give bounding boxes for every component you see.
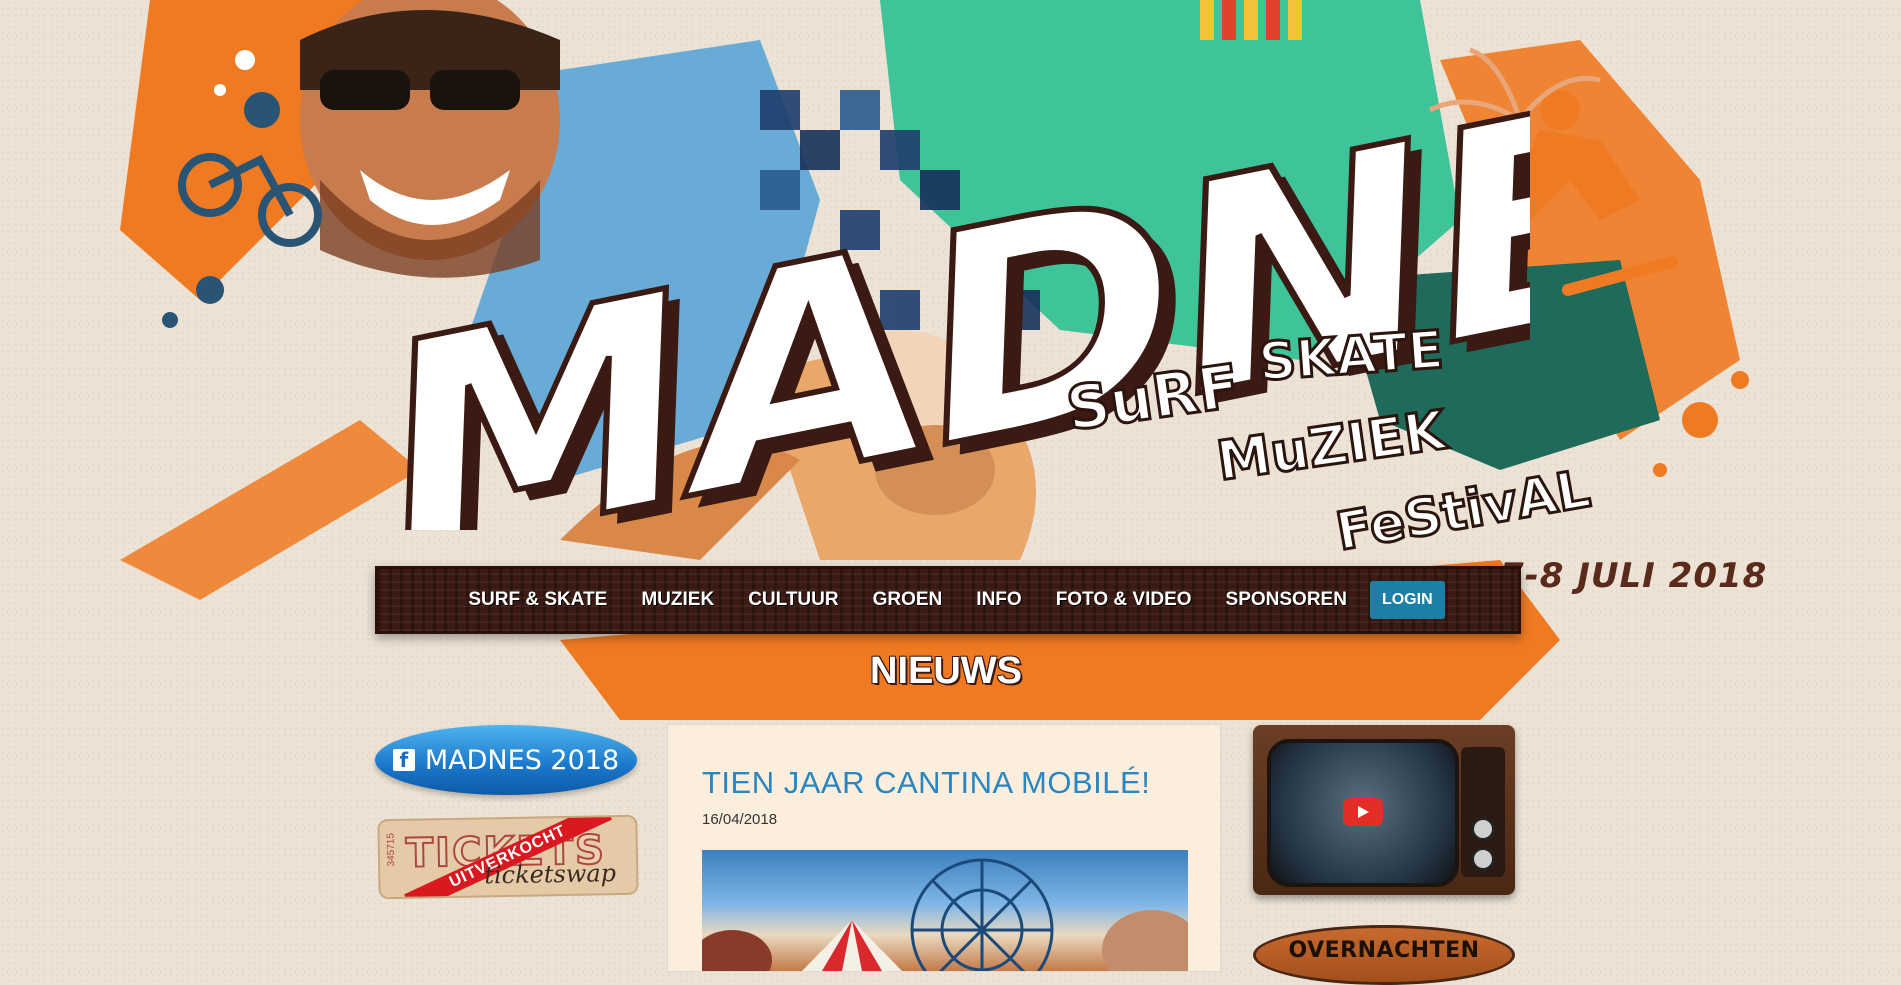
news-article-card: TIEN JAAR CANTINA MOBILÉ! 16/04/2018 <box>668 725 1220 971</box>
play-icon[interactable] <box>1343 798 1383 826</box>
festival-subtitle-art: SuRF SKATE MuZIEK FeStivAL <box>1061 320 1596 564</box>
nav-item-surf-skate[interactable]: SURF & SKATE <box>451 589 624 611</box>
facebook-icon: f <box>392 748 415 772</box>
tickets-ticketswap-button[interactable]: 345715 TICKETS UITVERKOCHT ticketswap <box>377 814 639 900</box>
tv-control-panel <box>1461 747 1505 877</box>
crowd-shape <box>1102 910 1188 971</box>
circus-tent <box>802 920 902 971</box>
nav-item-foto-video[interactable]: FOTO & VIDEO <box>1039 589 1209 611</box>
festival-date: 7-8 JULI 2018 <box>1500 556 1768 596</box>
tv-knob-icon <box>1471 847 1495 871</box>
nav-item-info[interactable]: INFO <box>959 589 1038 611</box>
facebook-label: MADNES 2018 <box>424 744 620 776</box>
login-button[interactable]: LOGIN <box>1369 581 1445 619</box>
nav-item-groen[interactable]: GROEN <box>856 589 960 611</box>
video-tv-widget[interactable] <box>1253 725 1515 895</box>
overnachten-label: OVERNACHTEN <box>1288 938 1480 963</box>
ticket-serial-number: 345715 <box>385 832 398 867</box>
page-title: NIEUWS <box>870 650 1022 692</box>
overnachten-button[interactable]: OVERNACHTEN <box>1253 925 1515 985</box>
facebook-madnes-button[interactable]: f MADNES 2018 <box>375 725 637 795</box>
tv-screen <box>1267 739 1459 887</box>
ferris-wheel-icon <box>910 858 1054 971</box>
ticketswap-label: ticketswap <box>484 859 617 890</box>
subtitle-muziek: MuZIEK <box>1213 398 1452 493</box>
tv-knob-icon <box>1471 817 1495 841</box>
fairground-illustration <box>702 858 1188 971</box>
crowd-shape <box>702 930 772 971</box>
article-title-link[interactable]: TIEN JAAR CANTINA MOBILÉ! <box>702 765 1150 801</box>
nav-item-cultuur[interactable]: CULTUUR <box>731 589 855 611</box>
nav-item-sponsoren[interactable]: SPONSOREN <box>1209 589 1364 611</box>
nav-item-muziek[interactable]: MUZIEK <box>624 589 731 611</box>
subtitle-festival: FeStivAL <box>1332 459 1595 563</box>
article-date: 16/04/2018 <box>702 811 778 828</box>
main-navigation: SURF & SKATE MUZIEK CULTUUR GROEN INFO F… <box>375 566 1521 634</box>
subtitle-skate: SKATE <box>1257 320 1446 393</box>
article-image[interactable] <box>702 850 1188 971</box>
